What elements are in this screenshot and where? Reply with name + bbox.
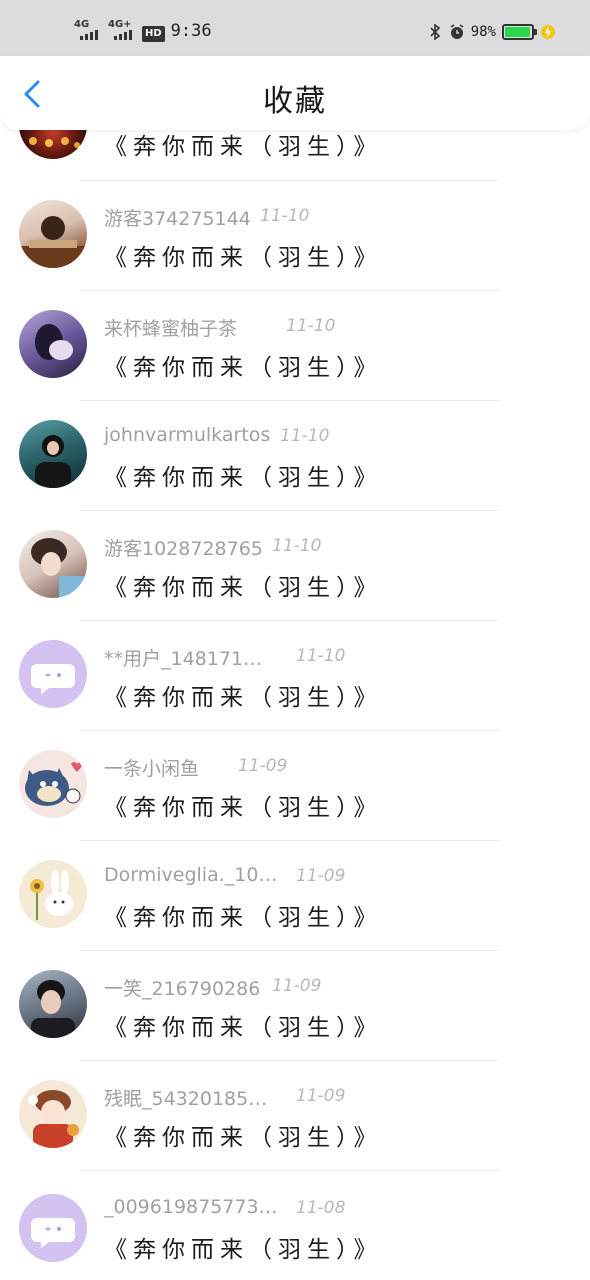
list-item[interactable]: **用户_148171… 11-10 《奔你而来（羽生）》 — [0, 620, 590, 730]
avatar[interactable] — [19, 1080, 87, 1148]
list-item[interactable]: 一笑_216790286 11-09 《奔你而来（羽生）》 — [0, 950, 590, 1060]
default-chat-avatar-icon — [31, 664, 75, 694]
song-title[interactable]: 《奔你而来（羽生）》 — [104, 127, 383, 161]
photo-avatar-icon — [31, 538, 87, 598]
avatar[interactable] — [19, 530, 87, 598]
song-title[interactable]: 《奔你而来（羽生）》 — [104, 1008, 383, 1042]
item-meta: **用户_148171… 11-10 — [104, 644, 345, 670]
list-item[interactable]: 残眠_54320185… 11-09 《奔你而来（羽生）》 — [0, 1060, 590, 1170]
username[interactable]: johnvarmulkartos — [104, 424, 270, 446]
date: 11-09 — [272, 976, 322, 996]
username[interactable]: 游客1028728765 — [104, 538, 263, 560]
list-item[interactable]: 来杯蜂蜜柚子茶 11-10 《奔你而来（羽生）》 — [0, 290, 590, 400]
song-title[interactable]: 《奔你而来（羽生）》 — [104, 788, 383, 822]
username[interactable]: 一笑_216790286 — [104, 978, 260, 1000]
avatar[interactable] — [19, 640, 87, 708]
avatar[interactable] — [19, 310, 87, 378]
photo-avatar-icon — [31, 980, 75, 1038]
hd-voice-icon: HD — [142, 26, 165, 42]
item-meta: 游客1028728765 11-10 — [104, 534, 321, 560]
item-meta: 来杯蜂蜜柚子茶 11-10 — [104, 314, 335, 340]
avatar[interactable] — [19, 970, 87, 1038]
list-item[interactable]: 游客374275144 11-10 《奔你而来（羽生）》 — [0, 180, 590, 290]
photo-avatar-icon — [35, 435, 71, 488]
status-left: 4G 4G+ HD 9:36 — [74, 20, 212, 42]
username[interactable]: Dormiveglia._10… — [104, 864, 277, 886]
item-meta: 游客374275144 11-10 — [104, 204, 309, 230]
song-title[interactable]: 《奔你而来（羽生）》 — [104, 238, 383, 272]
date: 11-10 — [286, 316, 336, 336]
username[interactable]: _009619875773… — [104, 1196, 278, 1218]
date: 11-09 — [238, 756, 288, 776]
username[interactable]: 游客374275144 — [104, 208, 251, 230]
battery-icon — [502, 24, 537, 40]
favorites-list[interactable]: 《奔你而来（羽生）》 游客374275144 11-10 《奔你而来（羽生）》 … — [0, 0, 590, 1280]
list-item[interactable]: 游客1028728765 11-10 《奔你而来（羽生）》 — [0, 510, 590, 620]
date: 11-10 — [260, 206, 310, 226]
item-meta: 一条小闲鱼 11-09 — [104, 754, 287, 780]
photo-avatar-icon — [35, 324, 73, 360]
date: 11-10 — [272, 536, 322, 556]
network-type: 4G+ — [108, 19, 132, 30]
date: 11-08 — [296, 1198, 346, 1218]
song-title[interactable]: 《奔你而来（羽生）》 — [104, 678, 383, 712]
date: 11-09 — [296, 1086, 346, 1106]
date: 11-10 — [296, 646, 346, 666]
username[interactable]: 一条小闲鱼 — [104, 758, 199, 780]
list-item[interactable]: 一条小闲鱼 11-09 《奔你而来（羽生）》 — [0, 730, 590, 840]
song-title[interactable]: 《奔你而来（羽生）》 — [104, 458, 383, 492]
username[interactable]: **用户_148171… — [104, 648, 262, 670]
song-title[interactable]: 《奔你而来（羽生）》 — [104, 1118, 383, 1152]
list-item[interactable]: johnvarmulkartos 11-10 《奔你而来（羽生）》 — [0, 400, 590, 510]
list-item[interactable]: _009619875773… 11-08 《奔你而来（羽生）》 — [0, 1170, 590, 1280]
bluetooth-icon — [427, 23, 443, 41]
charging-icon — [540, 23, 556, 41]
song-title[interactable]: 《奔你而来（羽生）》 — [104, 1230, 383, 1264]
avatar[interactable] — [19, 860, 87, 928]
network-type: 4G — [74, 19, 90, 30]
song-title[interactable]: 《奔你而来（羽生）》 — [104, 568, 383, 602]
item-meta: Dormiveglia._10… 11-09 — [104, 864, 345, 890]
item-meta: 一笑_216790286 11-09 — [104, 974, 321, 1000]
signal-icon: 4G+ — [108, 20, 136, 42]
cartoon-cat-avatar-icon — [25, 762, 83, 806]
signal-icon: 4G — [74, 20, 102, 42]
date: 11-10 — [280, 426, 330, 446]
status-right: 98% — [427, 20, 556, 44]
list-item[interactable]: Dormiveglia._10… 11-09 《奔你而来（羽生）》 — [0, 840, 590, 950]
username[interactable]: 来杯蜂蜜柚子茶 — [104, 318, 237, 340]
page-title: 收藏 — [263, 84, 327, 119]
avatar[interactable] — [19, 200, 87, 268]
header: 收藏 — [0, 56, 590, 130]
status-bar: 4G 4G+ HD 9:36 98% — [0, 0, 590, 60]
avatar[interactable] — [19, 420, 87, 488]
item-meta: 残眠_54320185… 11-09 — [104, 1084, 345, 1110]
song-title[interactable]: 《奔你而来（羽生）》 — [104, 898, 383, 932]
date: 11-09 — [296, 866, 346, 886]
avatar[interactable] — [19, 750, 87, 818]
song-title[interactable]: 《奔你而来（羽生）》 — [104, 348, 383, 382]
cartoon-bunny-avatar-icon — [30, 870, 73, 920]
clock: 9:36 — [170, 21, 212, 41]
photo-avatar-icon — [19, 216, 87, 268]
item-meta: _009619875773… 11-08 — [104, 1196, 345, 1222]
cartoon-girl-avatar-icon — [28, 1090, 79, 1148]
alarm-icon — [449, 23, 465, 41]
default-chat-avatar-icon — [31, 1218, 75, 1248]
username[interactable]: 残眠_54320185… — [104, 1088, 267, 1110]
avatar[interactable] — [19, 1194, 87, 1262]
battery-percent: 98% — [470, 24, 496, 40]
item-meta: johnvarmulkartos 11-10 — [104, 424, 329, 450]
